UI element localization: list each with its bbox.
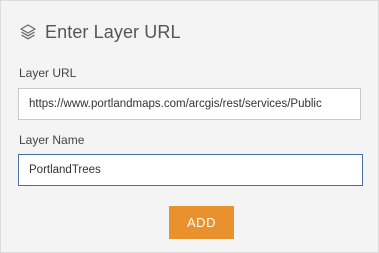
enter-layer-url-panel: Enter Layer URL Layer URL Layer Name ADD xyxy=(0,0,379,253)
layer-url-label: Layer URL xyxy=(19,66,77,80)
layers-icon xyxy=(19,23,37,41)
layer-name-input[interactable] xyxy=(18,154,363,186)
panel-header: Enter Layer URL xyxy=(19,21,181,43)
layer-url-input[interactable] xyxy=(18,88,361,120)
panel-title: Enter Layer URL xyxy=(45,21,181,42)
add-button[interactable]: ADD xyxy=(169,206,234,239)
layer-name-label: Layer Name xyxy=(19,133,85,147)
